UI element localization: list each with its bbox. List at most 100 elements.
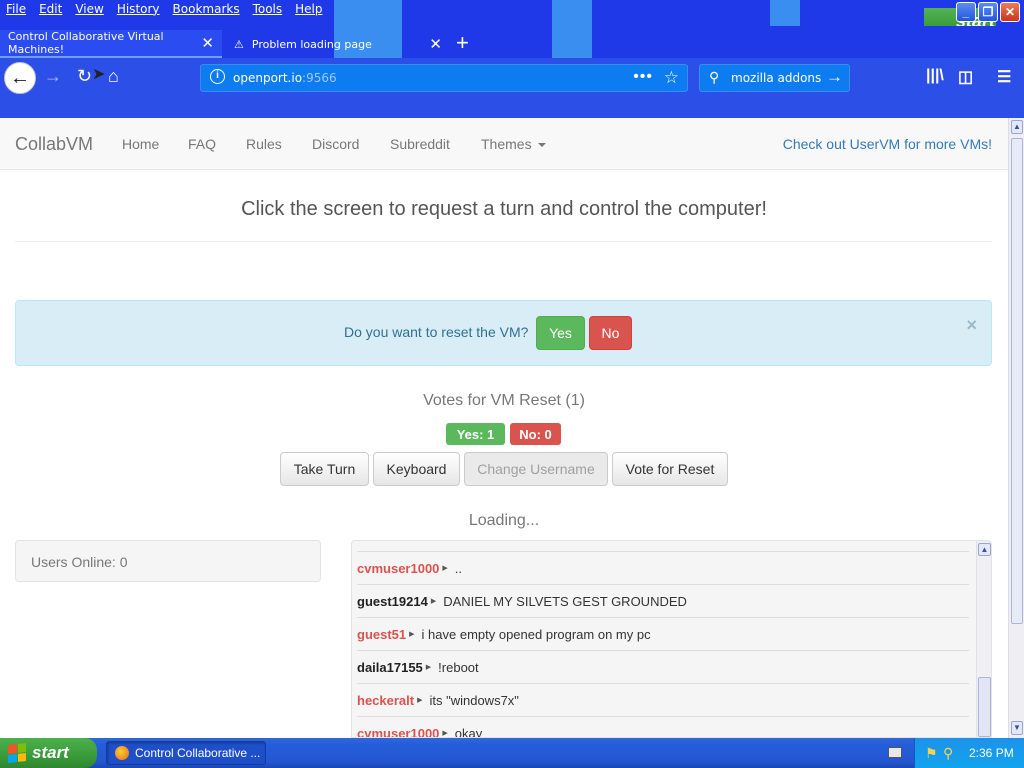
bookmark-star-icon[interactable]: ☆ (664, 68, 679, 88)
chat-username[interactable]: cvmuser1000 (357, 726, 439, 738)
nav-discord[interactable]: Discord (312, 136, 359, 152)
site-navbar: CollabVM Home FAQ Rules Discord Subreddi… (0, 118, 1008, 170)
chat-text: DANIEL MY SILVETS GEST GROUNDED (443, 593, 687, 609)
site-brand[interactable]: CollabVM (15, 134, 93, 155)
scroll-down-icon[interactable]: ▼ (1011, 721, 1023, 735)
vote-for-reset-button[interactable]: Vote for Reset (612, 452, 728, 486)
users-online-count: Users Online: 0 (31, 554, 128, 570)
chat-text: .. (454, 560, 463, 576)
home-icon[interactable]: ⌂ (108, 66, 119, 87)
library-icon[interactable]: |||\ (926, 67, 944, 85)
menu-history[interactable]: History (117, 2, 160, 16)
arrow-right-icon[interactable]: → (826, 67, 843, 87)
sidebar-icon[interactable]: ◫ (958, 67, 973, 87)
scroll-up-icon[interactable]: ▲ (1011, 120, 1023, 134)
forward-icon[interactable]: → (44, 66, 62, 87)
window-controls: _ ❐ ✕ (956, 2, 1020, 22)
menu-tools[interactable]: Tools (253, 2, 283, 16)
menu-bar: File Edit View History Bookmarks Tools H… (0, 0, 1024, 36)
keyboard-layout-icon[interactable] (888, 747, 902, 758)
screen-artifact (552, 0, 592, 26)
chat-panel[interactable]: cvmuser1000 ▶.. guest19214 ▶ DANIEL MY SILV… (351, 540, 992, 738)
votes-title: Votes for VM Reset (1) (423, 392, 585, 409)
reload-icon[interactable]: ↻ (77, 66, 92, 87)
page-content: CollabVM Home FAQ Rules Discord Subreddi… (0, 118, 1008, 738)
chat-text: okay (454, 725, 483, 738)
screen-artifact (552, 26, 592, 58)
chat-username[interactable]: daila17155 (357, 660, 423, 675)
info-icon[interactable]: i (210, 69, 225, 84)
chevron-right-icon: ▶ (430, 598, 437, 605)
search-input[interactable]: mozilla addons (731, 71, 821, 85)
restore-icon[interactable]: ❐ (978, 2, 998, 22)
start-button[interactable]: start (0, 738, 97, 768)
search-icon: ⚲ (709, 69, 720, 85)
reset-vote-alert: Do you want to reset the VM? Yes No × (15, 300, 992, 366)
back-icon[interactable]: ← (4, 62, 36, 94)
chat-scrollbar[interactable]: ▲ (976, 541, 991, 737)
close-tab-icon[interactable]: ✕ (201, 34, 214, 52)
chat-username[interactable]: guest51 (357, 627, 406, 642)
menu-edit[interactable]: Edit (39, 2, 62, 16)
tab-collabvm[interactable]: Control Collaborative Virtual Machines! … (0, 30, 222, 58)
chat-message: heckeralt ▶ its "windows7x" (357, 683, 969, 716)
uservm-link[interactable]: Check out UserVM for more VMs! (783, 136, 992, 152)
chat-message: daila17155 ▶ !reboot (357, 650, 969, 683)
url-bar[interactable]: i openport.io:9566 ••• ☆ (200, 64, 688, 92)
menu-help[interactable]: Help (295, 2, 322, 16)
nav-faq[interactable]: FAQ (188, 136, 216, 152)
windows-flag-icon (8, 743, 26, 763)
taskbar-firefox-window[interactable]: Control Collaborative ... (106, 741, 266, 765)
tab-title: Control Collaborative Virtual Machines! (8, 30, 164, 56)
nav-subreddit[interactable]: Subreddit (390, 136, 450, 152)
close-window-icon[interactable]: ✕ (1000, 2, 1020, 22)
search-bar[interactable]: ⚲ mozilla addons → (699, 64, 850, 92)
nav-rules[interactable]: Rules (246, 136, 282, 152)
nav-home[interactable]: Home (122, 136, 159, 152)
tab-problem-loading[interactable]: ⚠ Problem loading page ✕ (226, 30, 450, 58)
search-tray-icon[interactable]: ⚲ (943, 745, 953, 762)
divider (15, 241, 992, 242)
url-text: openport.io:9566 (233, 71, 337, 85)
nav-themes-label: Themes (481, 136, 532, 152)
chat-text: !reboot (438, 659, 479, 675)
start-label: start (32, 743, 69, 762)
chat-username[interactable]: heckeralt (357, 693, 414, 708)
yes-votes-badge: Yes: 1 (446, 423, 505, 445)
page-actions-icon[interactable]: ••• (633, 68, 653, 86)
chat-username[interactable]: cvmuser1000 (357, 561, 439, 576)
take-turn-button[interactable]: Take Turn (280, 452, 369, 486)
change-username-button[interactable]: Change Username (464, 452, 608, 486)
chat-text: its "windows7x" (429, 692, 519, 708)
taskbar-window-title: Control Collaborative ... (135, 746, 261, 760)
nav-themes-dropdown[interactable]: Themes (481, 136, 546, 152)
navigation-toolbar: ← → ↻ ➤ ⌂ i openport.io:9566 ••• ☆ ⚲ moz… (0, 58, 1024, 118)
mouse-cursor-icon: ➤ (92, 66, 106, 83)
close-tab-icon[interactable]: ✕ (429, 35, 442, 53)
close-icon[interactable]: × (966, 315, 977, 336)
menu-icon[interactable]: ☰ (997, 67, 1011, 87)
vote-no-button[interactable]: No (589, 316, 632, 350)
page-headline: Click the screen to request a turn and c… (241, 198, 767, 220)
scroll-thumb[interactable] (978, 677, 991, 737)
vote-yes-button[interactable]: Yes (536, 316, 585, 350)
page-scrollbar[interactable]: ▲ ▼ (1008, 118, 1024, 738)
new-tab-icon[interactable]: + (456, 32, 469, 54)
chat-message: cvmuser1000 ▶.. (357, 551, 969, 584)
menu-file[interactable]: File (6, 2, 26, 16)
network-icon[interactable]: ⚑ (925, 745, 938, 762)
chevron-right-icon: ▶ (409, 631, 415, 638)
tab-title: Problem loading page (251, 37, 372, 51)
menu-view[interactable]: View (75, 2, 103, 16)
menu-bookmarks[interactable]: Bookmarks (173, 2, 240, 16)
keyboard-button[interactable]: Keyboard (373, 452, 460, 486)
chat-message: guest51 ▶ i have empty opened program on m… (357, 617, 969, 650)
warning-icon: ⚠ (234, 37, 244, 51)
chevron-right-icon: ▶ (442, 565, 448, 572)
minimize-icon[interactable]: _ (956, 2, 976, 22)
chat-username[interactable]: guest19214 (357, 594, 428, 609)
system-tray: ⚑ ⚲ 2:36 PM (914, 738, 1024, 768)
scroll-up-icon[interactable]: ▲ (978, 543, 991, 556)
clock[interactable]: 2:36 PM (969, 746, 1014, 760)
scroll-thumb[interactable] (1011, 138, 1023, 624)
